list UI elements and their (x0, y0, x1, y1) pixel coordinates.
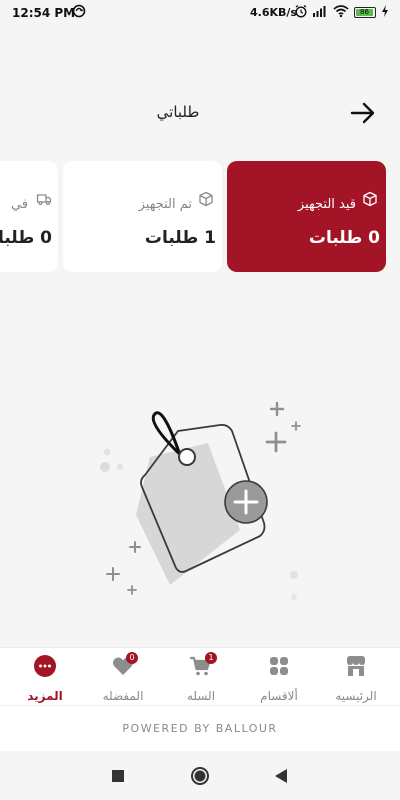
nav-item-favorites[interactable]: 0 المفضله (83, 652, 163, 704)
nav-label: المزيد (27, 689, 63, 703)
empty-orders-illustration (90, 395, 310, 605)
nav-item-more[interactable]: المزيد (5, 654, 85, 704)
order-status-cards: قيد التجهيز 0 طلبات تم التجهيز 1 طلبات ف… (0, 161, 400, 286)
status-card-processing[interactable]: قيد التجهيز 0 طلبات (227, 161, 386, 272)
page-header: طلباتي (0, 95, 400, 131)
nav-label: المفضله (102, 689, 144, 703)
signal-icon (312, 4, 328, 21)
back-nav-button[interactable] (271, 765, 293, 787)
store-icon (347, 656, 365, 676)
charging-icon (381, 4, 389, 21)
status-time: 12:54 PM (12, 6, 76, 20)
status-bar: 12:54 PM 4.6KB/s 86 (0, 0, 400, 26)
home-icon (191, 767, 209, 785)
home-button[interactable] (189, 765, 211, 787)
status-card-count: 0 طلبا (0, 228, 52, 248)
nav-label: ألاقسام (260, 689, 298, 703)
box-icon (199, 191, 213, 207)
cart-badge: 1 (205, 652, 217, 664)
status-card-label: في (10, 197, 28, 212)
status-card-label: تم التجهيز (138, 197, 192, 212)
recents-button[interactable] (107, 765, 129, 787)
battery-icon: 86 (354, 7, 376, 18)
status-card-count: 0 طلبات (308, 228, 380, 248)
back-icon (275, 769, 287, 783)
page-title: طلباتي (0, 103, 400, 121)
box-icon (363, 191, 377, 207)
wifi-icon (333, 4, 349, 21)
alarm-icon (294, 4, 308, 21)
powered-by-footer: POWERED BY BALLOUR (0, 705, 400, 751)
nav-item-home[interactable]: الرئيسيه (316, 654, 396, 704)
page-title-text: طلباتي (156, 103, 200, 121)
bottom-navigation: الرئيسيه ألاقسام 1 السله 0 المفضله المزي… (0, 647, 400, 705)
battery-level: 86 (356, 9, 373, 16)
nav-item-cart[interactable]: 1 السله (161, 652, 241, 704)
arrow-right-icon (350, 102, 375, 124)
sync-icon (72, 4, 86, 21)
grid-icon (270, 657, 288, 675)
nav-label: السله (186, 689, 216, 703)
network-speed: 4.6KB/s (250, 6, 297, 19)
more-icon (34, 655, 56, 677)
status-card-prepared[interactable]: تم التجهيز 1 طلبات (63, 161, 222, 272)
recents-icon (112, 770, 124, 782)
price-tag-add-icon (100, 401, 301, 600)
nav-label: الرئيسيه (335, 689, 377, 703)
status-card-label: قيد التجهيز (297, 197, 356, 212)
system-navigation-bar (0, 751, 400, 800)
status-card-shipping[interactable]: في 0 طلبا (0, 161, 58, 272)
status-card-count: 1 طلبات (144, 228, 216, 248)
truck-icon (36, 194, 52, 206)
nav-item-categories[interactable]: ألاقسام (239, 654, 319, 704)
favorites-badge: 0 (126, 652, 138, 664)
back-button[interactable] (348, 99, 378, 127)
